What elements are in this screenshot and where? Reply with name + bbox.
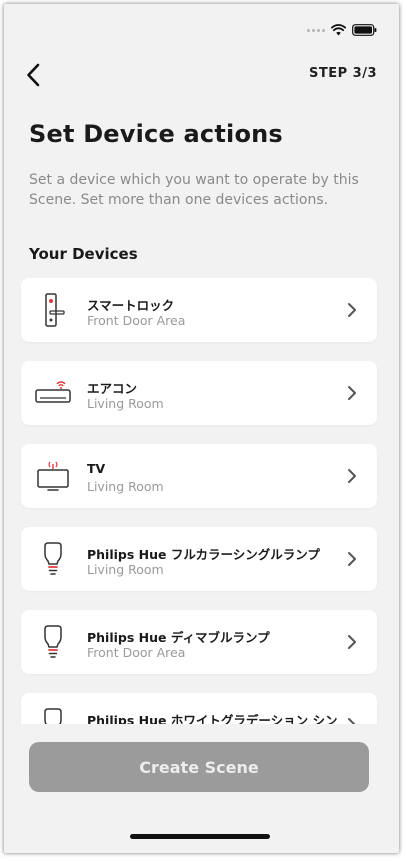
status-bar bbox=[307, 22, 377, 38]
step-indicator: STEP 3/3 bbox=[308, 66, 377, 81]
signal-dots-icon bbox=[307, 28, 325, 32]
page-description: Set a device which you want to operate b… bbox=[29, 172, 359, 208]
back-button[interactable] bbox=[20, 60, 46, 90]
chevron-left-icon bbox=[27, 63, 40, 87]
device-name: Philips Hue ディマブルランプ bbox=[87, 630, 270, 645]
device-name: Philips Hue ホワイトグラデーション シン bbox=[87, 713, 338, 724]
chevron-right-icon bbox=[348, 386, 356, 400]
home-indicator bbox=[130, 834, 270, 839]
light-bulb-icon bbox=[33, 540, 73, 578]
device-card-air-conditioner[interactable]: エアコン Living Room bbox=[21, 361, 377, 425]
create-scene-button[interactable]: Create Scene bbox=[29, 742, 369, 792]
device-location: Living Room bbox=[87, 479, 164, 494]
light-bulb-icon bbox=[33, 706, 73, 724]
tv-icon bbox=[33, 457, 73, 495]
chevron-right-icon bbox=[348, 552, 356, 566]
battery-icon bbox=[352, 24, 377, 36]
wifi-icon bbox=[331, 24, 346, 36]
chevron-right-icon bbox=[348, 303, 356, 317]
device-card-hue-white-gradation[interactable]: Philips Hue ホワイトグラデーション シン bbox=[21, 693, 377, 724]
device-name: スマートロック bbox=[87, 298, 175, 313]
device-location: Front Door Area bbox=[87, 645, 186, 660]
chevron-right-icon bbox=[348, 635, 356, 649]
device-card-hue-full-color[interactable]: Philips Hue フルカラーシングルランプ Living Room bbox=[21, 527, 377, 591]
device-card-hue-dimmable[interactable]: Philips Hue ディマブルランプ Front Door Area bbox=[21, 610, 377, 674]
device-location: Front Door Area bbox=[87, 313, 186, 328]
device-location: Living Room bbox=[87, 396, 164, 411]
phone-screen: STEP 3/3 Set Device actions Set a device… bbox=[4, 4, 399, 853]
air-conditioner-icon bbox=[33, 374, 73, 412]
device-card-tv[interactable]: TV Living Room bbox=[21, 444, 377, 508]
device-name: TV bbox=[87, 461, 106, 476]
page-title: Set Device actions bbox=[29, 120, 283, 148]
device-card-smart-lock[interactable]: スマートロック Front Door Area bbox=[21, 278, 377, 342]
chevron-right-icon bbox=[348, 469, 356, 483]
section-title: Your Devices bbox=[29, 245, 138, 263]
device-name: Philips Hue フルカラーシングルランプ bbox=[87, 547, 320, 562]
device-list[interactable]: スマートロック Front Door Area エアコン Living Room bbox=[4, 272, 399, 724]
chevron-right-icon bbox=[348, 718, 356, 724]
device-location: Living Room bbox=[87, 562, 164, 577]
device-name: エアコン bbox=[87, 381, 138, 396]
smart-lock-icon bbox=[33, 291, 73, 329]
light-bulb-icon bbox=[33, 623, 73, 661]
